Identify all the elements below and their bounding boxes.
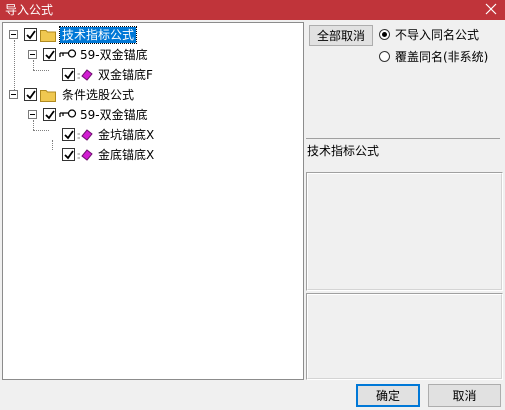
radio-button-selected[interactable] (379, 29, 390, 40)
radio-skip-duplicates[interactable]: 不导入同名公式 (379, 27, 503, 43)
node-checkbox[interactable] (62, 148, 75, 161)
radio-label[interactable]: 不导入同名公式 (395, 27, 479, 43)
radio-label[interactable]: 覆盖同名(非系统) (395, 49, 488, 65)
node-checkbox[interactable] (62, 128, 75, 141)
folder-icon (40, 88, 56, 102)
node-label[interactable]: 金坑锚底X (96, 127, 156, 143)
node-label[interactable]: 双金锚底F (96, 67, 155, 83)
node-checkbox[interactable] (24, 88, 37, 101)
radio-button[interactable] (379, 51, 390, 62)
window-title: 导入公式 (5, 3, 54, 17)
tree-node-stock-screening[interactable]: 条件选股公式 (3, 86, 303, 104)
node-label[interactable]: 条件选股公式 (60, 87, 136, 103)
radio-overwrite-duplicates[interactable]: 覆盖同名(非系统) (379, 49, 503, 65)
import-formula-dialog: 导入公式 技术指标公式 59-双金锚底 双金锚底F 条件选股公式 59-双金锚底… (0, 0, 505, 410)
node-checkbox[interactable] (43, 48, 56, 61)
node-label[interactable]: 技术指标公式 (58, 26, 138, 44)
ok-button[interactable]: 确定 (356, 384, 420, 407)
node-checkbox[interactable] (62, 68, 75, 81)
node-label[interactable]: 59-双金锚底 (78, 47, 150, 63)
tree-node-formula-item[interactable]: 双金锚底F (3, 66, 303, 84)
formula-tree[interactable]: 技术指标公式 59-双金锚底 双金锚底F 条件选股公式 59-双金锚底 金坑锚底… (2, 22, 304, 380)
tree-node-formula-item[interactable]: 金底锚底X (3, 146, 303, 164)
collapse-toggle[interactable] (28, 50, 37, 59)
node-label[interactable]: 59-双金锚底 (78, 107, 150, 123)
node-checkbox[interactable] (24, 28, 37, 41)
close-icon[interactable] (483, 1, 499, 17)
formula-name-display: 技术指标公式 (306, 138, 500, 170)
tree-node-formula-group[interactable]: 59-双金锚底 (3, 106, 303, 124)
node-label[interactable]: 金底锚底X (96, 147, 156, 163)
tree-node-technical-indicators[interactable]: 技术指标公式 (3, 26, 303, 44)
collapse-toggle[interactable] (28, 110, 37, 119)
folder-icon (40, 28, 56, 42)
deselect-all-button[interactable]: 全部取消 (309, 25, 373, 46)
formula-icon (77, 69, 93, 81)
collapse-toggle[interactable] (9, 30, 18, 39)
formula-name-text: 技术指标公式 (307, 144, 380, 158)
tree-node-formula-item[interactable]: 金坑锚底X (3, 126, 303, 144)
node-checkbox[interactable] (43, 108, 56, 121)
cancel-button[interactable]: 取消 (428, 384, 501, 407)
collapse-toggle[interactable] (9, 90, 18, 99)
key-icon (59, 49, 77, 61)
description-panel (306, 172, 503, 291)
tree-node-formula-group[interactable]: 59-双金锚底 (3, 46, 303, 64)
formula-icon (77, 129, 93, 141)
key-icon (59, 109, 77, 121)
title-bar: 导入公式 (0, 0, 505, 20)
parameters-panel (306, 293, 503, 380)
formula-icon (77, 149, 93, 161)
